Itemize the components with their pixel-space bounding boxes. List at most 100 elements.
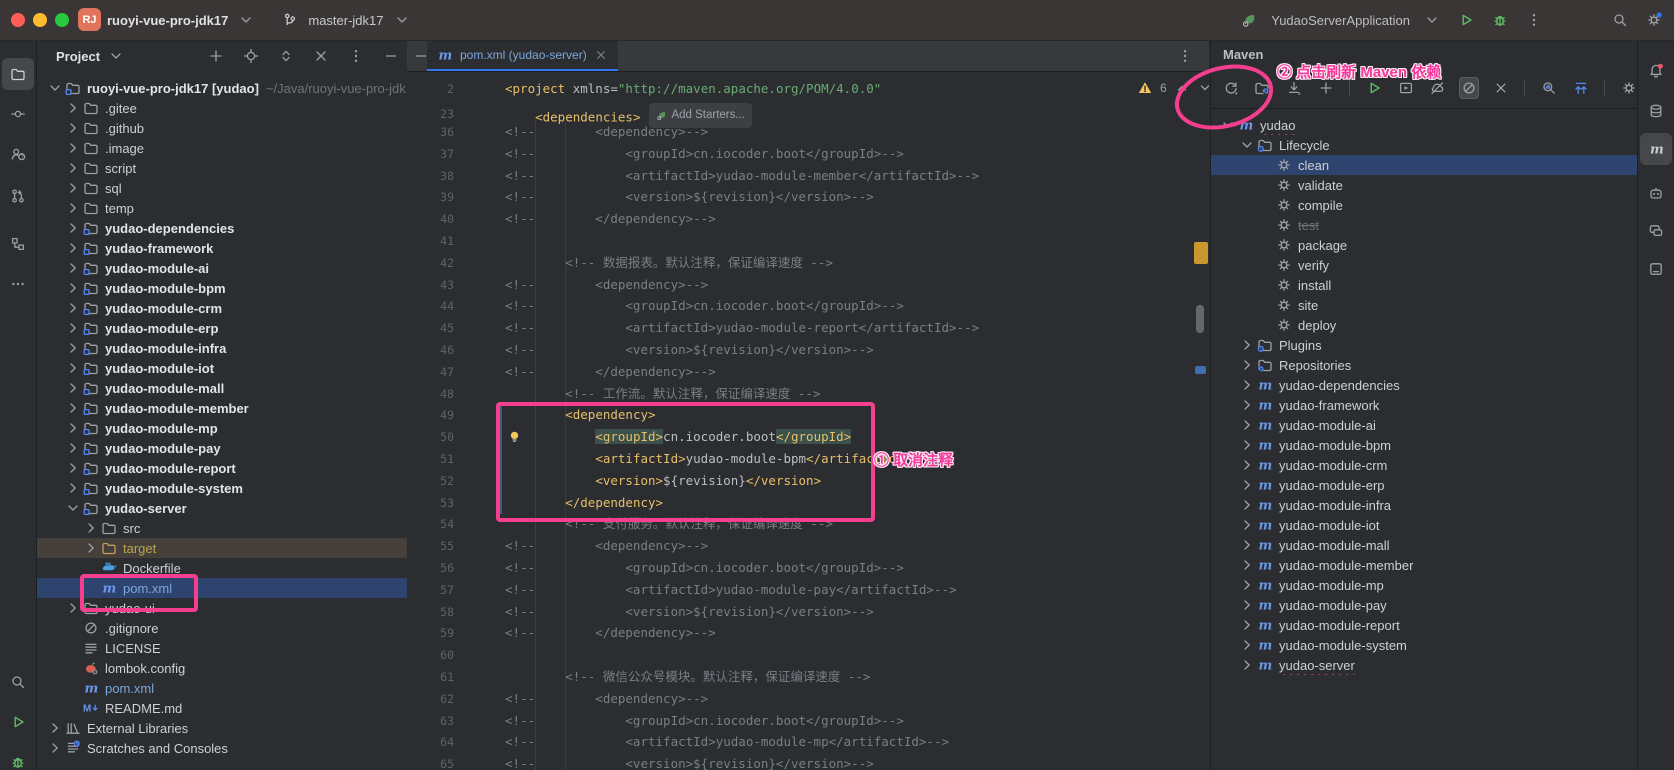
tree-item-yudao-module-bpm[interactable]: yudao-module-bpm (36, 278, 407, 298)
branch-name[interactable]: master-jdk17 (308, 13, 383, 28)
next-warning-icon[interactable] (1197, 80, 1209, 96)
tool-button-commit[interactable] (2, 98, 34, 130)
tool-button-panelb[interactable] (1640, 253, 1672, 285)
code-line-62[interactable]: 62<!-- <dependency>--> (407, 688, 1209, 710)
tree-item-plugins[interactable]: Plugins (1211, 335, 1639, 355)
tree-item-yudao-dependencies[interactable]: yudao-dependencies (36, 218, 407, 238)
editor-options-button[interactable] (1173, 44, 1197, 68)
kebab-button[interactable] (344, 44, 368, 68)
tree-item-yudao-module-erp[interactable]: yudao-module-erp (36, 318, 407, 338)
scrollbar-thumb[interactable] (1196, 305, 1204, 333)
maven-foldersync-button[interactable] (1253, 77, 1273, 99)
tool-button-project[interactable] (2, 58, 34, 90)
code-line-57[interactable]: 57<!-- <artifactId>yudao-module-pay</art… (407, 579, 1209, 601)
minus-button[interactable] (379, 44, 403, 68)
tree-item-yudao-module-crm[interactable]: yudao-module-crm (36, 298, 407, 318)
tree-item-lombok-config[interactable]: lombok.config (36, 658, 407, 678)
code-line-45[interactable]: 45<!-- <artifactId>yudao-module-report</… (407, 317, 1209, 339)
code-line-37[interactable]: 37<!-- <groupId>cn.iocoder.boot</groupId… (407, 143, 1209, 165)
collapse-button[interactable] (309, 44, 333, 68)
code-line-54[interactable]: 54 <!-- 支付服务。默认注释，保证编译速度 --> (407, 513, 1209, 535)
tree-item-pom-xml[interactable]: mpom.xml (36, 678, 407, 698)
tree-item-deploy[interactable]: deploy (1211, 315, 1639, 335)
tree-item-image[interactable]: .image (36, 138, 407, 158)
tree-item-clean[interactable]: clean (1211, 155, 1639, 175)
tree-item-target[interactable]: target (36, 538, 407, 558)
tree-item-yudao-module-report[interactable]: yudao-module-report (36, 458, 407, 478)
locate-button[interactable] (239, 44, 263, 68)
tree-item-install[interactable]: install (1211, 275, 1639, 295)
expand-button[interactable] (274, 44, 298, 68)
code-line-2[interactable]: 2<project xmlns="http://maven.apache.org… (407, 78, 1209, 100)
code-line-40[interactable]: 40<!-- </dependency>--> (407, 208, 1209, 230)
tree-item-lifecycle[interactable]: Lifecycle (1211, 135, 1639, 155)
tree-item-yudao-module-pay[interactable]: yudao-module-pay (36, 438, 407, 458)
tool-button-bugg[interactable] (2, 746, 34, 770)
project-view-chevron[interactable] (104, 44, 128, 68)
code-line-39[interactable]: 39<!-- <version>${revision}</version>--> (407, 186, 1209, 208)
tree-item-site[interactable]: site (1211, 295, 1639, 315)
maven-refresh-button[interactable] (1221, 77, 1241, 99)
tree-item-validate[interactable]: validate (1211, 175, 1639, 195)
tree-item-yudao-module-system[interactable]: yudao-module-system (36, 478, 407, 498)
tree-item-yudao-server[interactable]: yudao-server (36, 498, 407, 518)
close-tab-icon[interactable] (594, 48, 608, 62)
tree-item-yudao-module-mall[interactable]: myudao-module-mall (1211, 535, 1639, 555)
tree-item-repositories[interactable]: Repositories (1211, 355, 1639, 375)
tree-item-yudao-module-system[interactable]: myudao-module-system (1211, 635, 1639, 655)
project-panel-title[interactable]: Project (56, 49, 100, 64)
tree-item-gitignore[interactable]: .gitignore (36, 618, 407, 638)
tree-item-verify[interactable]: verify (1211, 255, 1639, 275)
tree-item-yudao-ui[interactable]: yudao-ui (36, 598, 407, 618)
code-line-41[interactable]: 41 (407, 230, 1209, 252)
tool-button-people[interactable]: ? (2, 138, 34, 170)
run-more-button[interactable] (1522, 8, 1546, 32)
plus-button[interactable] (204, 44, 228, 68)
tree-item-pom-xml[interactable]: mpom.xml (36, 578, 407, 598)
tree-item-dockerfile[interactable]: Dockerfile (36, 558, 407, 578)
maven-download-button[interactable] (1284, 77, 1304, 99)
tool-button-db[interactable] (1640, 95, 1672, 127)
tree-item-package[interactable]: package (1211, 235, 1639, 255)
code-line-60[interactable]: 60 (407, 644, 1209, 666)
code-line-48[interactable]: 48 <!-- 工作流。默认注释，保证编译速度 --> (407, 383, 1209, 405)
tree-item-scratches-and-consoles[interactable]: Scratches and Consoles (36, 738, 407, 758)
tree-item-yudao[interactable]: myudao (1211, 115, 1639, 135)
tree-item-yudao-module-ai[interactable]: myudao-module-ai (1211, 415, 1639, 435)
maven-upup-button[interactable] (1571, 77, 1591, 99)
maven-noentry-button[interactable] (1459, 77, 1479, 99)
run-configuration[interactable]: YudaoServerApplication (1271, 13, 1410, 28)
run-button[interactable] (1454, 8, 1478, 32)
maven-analyzer-button[interactable] (1539, 77, 1559, 99)
maven-cloudoff-button[interactable] (1428, 77, 1448, 99)
code-line-42[interactable]: 42 <!-- 数据报表。默认注释，保证编译速度 --> (407, 252, 1209, 274)
code-line-38[interactable]: 38<!-- <artifactId>yudao-module-member</… (407, 165, 1209, 187)
tool-button-robot[interactable] (1640, 177, 1672, 209)
maven-boxplay-button[interactable] (1396, 77, 1416, 99)
tree-item-yudao-module-member[interactable]: yudao-module-member (36, 398, 407, 418)
tree-item-yudao-server[interactable]: myudao-server (1211, 655, 1639, 675)
tree-item-yudao-module-iot[interactable]: yudao-module-iot (36, 358, 407, 378)
tree-item-src[interactable]: src (36, 518, 407, 538)
maven-play-button[interactable] (1364, 77, 1384, 99)
tool-button-pullrequests[interactable] (2, 180, 34, 212)
tab-pom-xml[interactable]: m pom.xml (yudao-server) (427, 41, 618, 71)
code-line-44[interactable]: 44<!-- <groupId>cn.iocoder.boot</groupId… (407, 295, 1209, 317)
tree-item-github[interactable]: .github (36, 118, 407, 138)
tree-item-yudao-module-mp[interactable]: myudao-module-mp (1211, 575, 1639, 595)
code-line-49[interactable]: 49 <dependency> (407, 404, 1209, 426)
maven-plus-button[interactable] (1316, 77, 1336, 99)
code-line-63[interactable]: 63<!-- <groupId>cn.iocoder.boot</groupId… (407, 710, 1209, 732)
tree-item-test[interactable]: test (1211, 215, 1639, 235)
tool-button-bell[interactable] (1640, 55, 1672, 87)
tool-button-structure[interactable] (2, 228, 34, 260)
code-line-55[interactable]: 55<!-- <dependency>--> (407, 535, 1209, 557)
tree-item-yudao-module-iot[interactable]: myudao-module-iot (1211, 515, 1639, 535)
code-line-53[interactable]: 53 </dependency> (407, 492, 1209, 514)
tool-button-mvnb[interactable]: m (1640, 133, 1672, 165)
tree-item-yudao-module-bpm[interactable]: myudao-module-bpm (1211, 435, 1639, 455)
code-line-50[interactable]: 50 <groupId>cn.iocoder.boot</groupId> (407, 426, 1209, 448)
close-window-button[interactable] (11, 13, 25, 27)
code-line-43[interactable]: 43<!-- <dependency>--> (407, 274, 1209, 296)
code-line-52[interactable]: 52 <version>${revision}</version> (407, 470, 1209, 492)
